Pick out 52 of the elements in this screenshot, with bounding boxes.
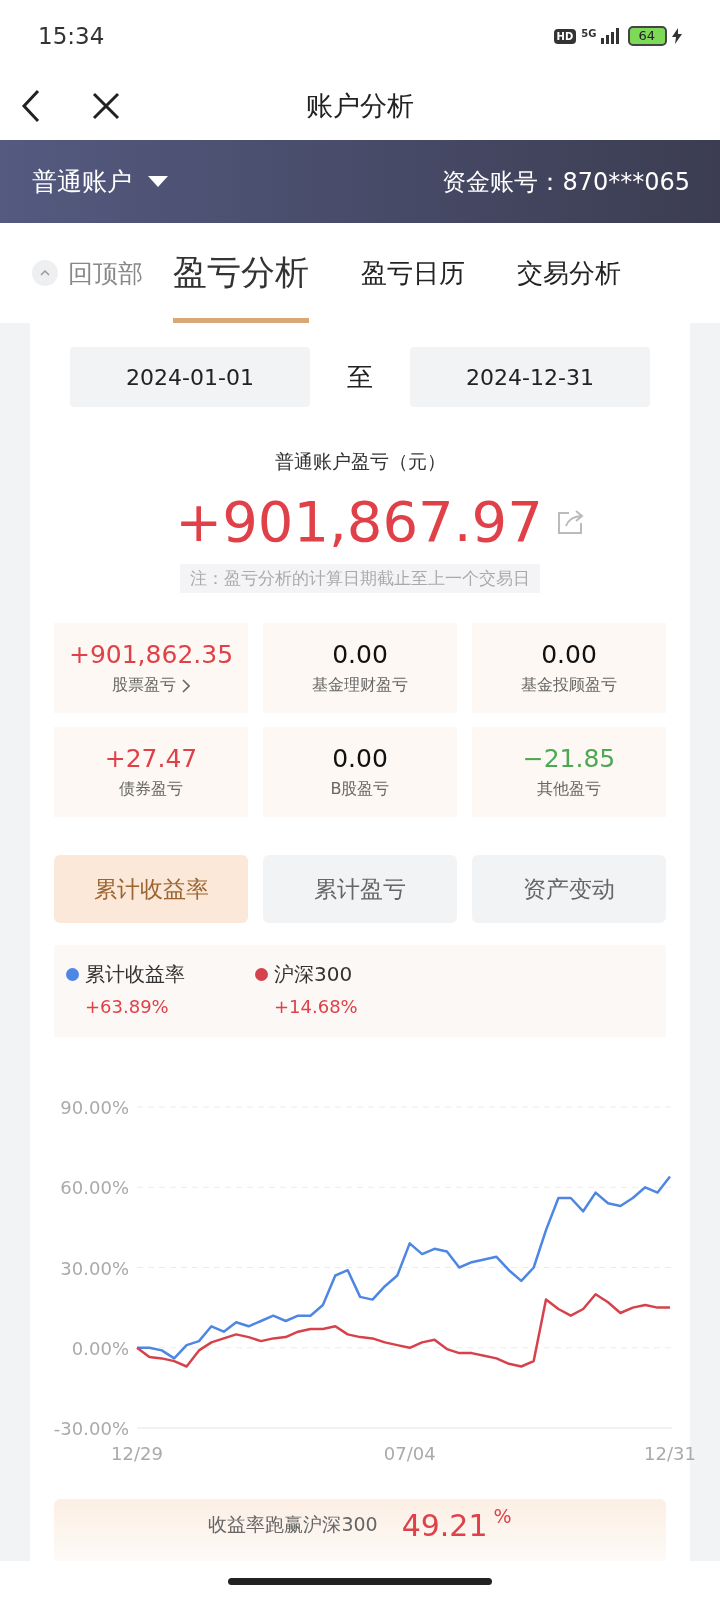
profit-label: B股盈亏: [330, 779, 390, 800]
y-axis-label: 0.00%: [71, 1337, 129, 1359]
profit-label: 债券盈亏: [119, 779, 183, 800]
tab[interactable]: 交易分析: [517, 223, 621, 323]
legend-label: 沪深300: [274, 961, 353, 988]
legend-label: 累计收益率: [85, 961, 185, 988]
end-date-field[interactable]: 2024-12-31: [410, 347, 650, 407]
profit-value: +901,862.35: [68, 640, 234, 669]
x-axis-label: 12/29: [111, 1443, 163, 1464]
total-label: 普通账户盈亏（元）: [273, 449, 447, 474]
metric-tab[interactable]: 累计盈亏: [263, 855, 457, 923]
date-separator: 至: [347, 360, 373, 394]
y-axis-label: 60.00%: [60, 1177, 129, 1199]
profit-label: 基金理财盈亏: [312, 675, 408, 696]
profit-label: 基金投顾盈亏: [521, 675, 617, 696]
network-label: 5G: [581, 28, 597, 39]
profit-label: 股票盈亏: [112, 675, 176, 696]
account-dropdown[interactable]: 普通账户: [32, 165, 168, 198]
profit-value: −21.85: [522, 744, 616, 773]
profit-value: 0.00: [541, 640, 597, 669]
tab[interactable]: 盈亏日历: [361, 223, 465, 323]
profit-tile[interactable]: +901,862.35 股票盈亏: [54, 623, 248, 713]
battery-indicator: 64: [628, 26, 667, 46]
back-to-top-button[interactable]: 回顶部: [32, 256, 143, 290]
account-number: 资金账号：870***065: [442, 166, 690, 198]
hd-badge: HD: [553, 28, 577, 44]
caret-icon: [148, 175, 168, 188]
outperform-value: 49.21: [401, 1507, 488, 1543]
metric-tab[interactable]: 累计收益率: [54, 855, 248, 923]
start-date-field[interactable]: 2024-01-01: [70, 347, 310, 407]
outperform-label: 收益率跑赢沪深300: [208, 1512, 378, 1537]
legend-value: +14.68%: [273, 996, 358, 1017]
legend-value: +63.89%: [84, 996, 170, 1017]
x-axis-label: 07/04: [383, 1443, 436, 1464]
y-axis-label: 30.00%: [60, 1257, 129, 1279]
profit-value: 0.00: [332, 640, 388, 669]
back-icon[interactable]: [20, 89, 42, 123]
x-axis-label: 12/31: [644, 1443, 696, 1464]
charging-icon: [672, 28, 682, 44]
metric-tab[interactable]: 资产变动: [472, 855, 666, 923]
percent-sign: %: [493, 1505, 512, 1527]
profit-label: 其他盈亏: [537, 779, 601, 800]
close-icon[interactable]: [92, 92, 120, 120]
profit-value: +27.47: [104, 744, 198, 773]
page-title: 账户分析: [306, 89, 414, 123]
chevron-up-icon: [32, 260, 58, 286]
total-profit: +901,867.97: [175, 489, 543, 554]
y-axis-label: -30.00%: [53, 1418, 129, 1439]
note: 注：盈亏分析的计算日期截止至上一个交易日: [180, 564, 540, 593]
profit-value: 0.00: [332, 744, 388, 773]
y-axis-label: 90.00%: [60, 1097, 129, 1118]
clock: 15:34: [38, 23, 105, 49]
